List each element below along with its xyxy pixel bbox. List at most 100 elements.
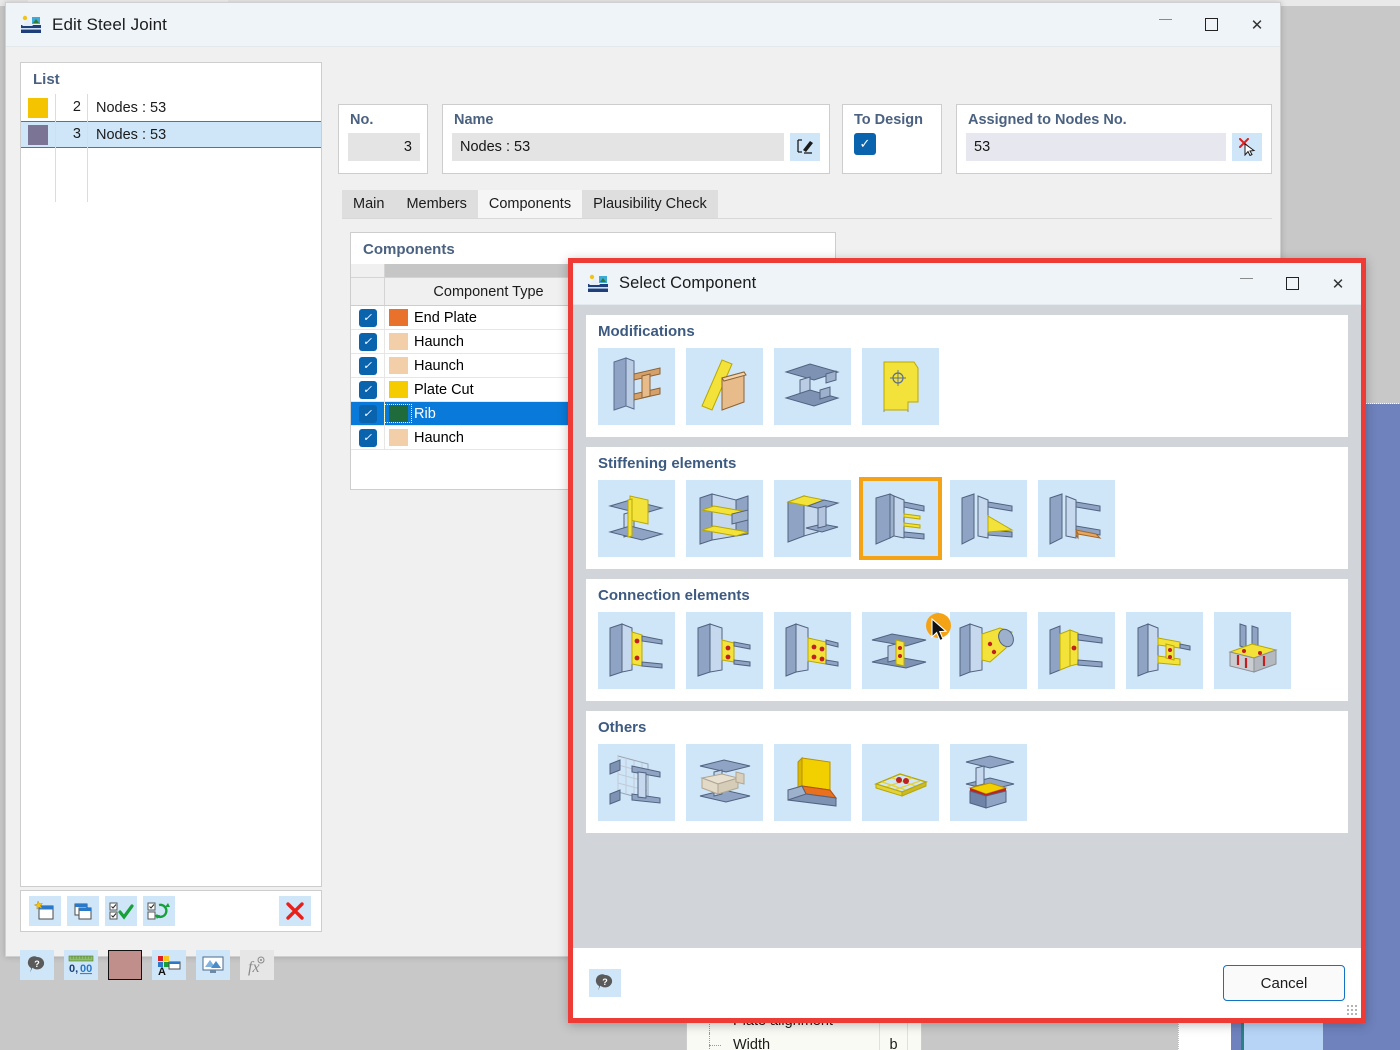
render-button[interactable] (196, 950, 230, 980)
maximize-icon[interactable] (1269, 262, 1315, 306)
lower-toolbar: ? 0, 00 A fx (20, 945, 320, 985)
minimize-icon[interactable] (1223, 262, 1269, 306)
row-component-type: Plate Cut (414, 381, 474, 398)
component-thumb-solid-connect[interactable] (686, 744, 763, 821)
row-color-swatch (385, 429, 411, 446)
row-checkbox[interactable]: ✓ (351, 425, 385, 450)
close-icon[interactable]: ✕ (1234, 3, 1280, 47)
component-thumb-angle-cleat[interactable] (1038, 612, 1115, 689)
main-titlebar: Edit Steel Joint ✕ (6, 3, 1280, 47)
row-checkbox[interactable]: ✓ (351, 353, 385, 378)
component-thumb-gusset-tube[interactable] (950, 612, 1027, 689)
pick-cursor-icon[interactable] (1232, 133, 1262, 161)
units-button[interactable]: 0, 00 (64, 950, 98, 980)
section-modifications: Modifications (586, 315, 1348, 437)
svg-text:0,: 0, (69, 963, 78, 975)
delete-item-button[interactable] (279, 896, 311, 926)
list-item-number: 3 (56, 121, 88, 148)
component-thumb-web-stiffener[interactable] (598, 480, 675, 557)
display-properties-button[interactable]: A (152, 950, 186, 980)
close-icon[interactable]: ✕ (1315, 262, 1361, 306)
component-thumb-plate-opening[interactable] (862, 348, 939, 425)
list-panel-header: List (33, 71, 60, 88)
row-component-type: Haunch (414, 333, 464, 350)
section-title: Others (598, 719, 647, 736)
component-thumb-bearing[interactable] (950, 744, 1027, 821)
tab-plausibility-check[interactable]: Plausibility Check (582, 190, 718, 218)
tab-members[interactable]: Members (395, 190, 478, 218)
component-thumb-bolt-grid[interactable] (862, 744, 939, 821)
section-title: Connection elements (598, 587, 750, 604)
select-component-dialog: Select Component ✕ Modifications Stiffen… (568, 258, 1366, 1023)
component-thumb-bolted-plate[interactable] (774, 612, 851, 689)
assigned-nodes-input[interactable]: 53 (966, 133, 1226, 161)
resize-grip[interactable] (1347, 1005, 1357, 1015)
formula-button: fx (240, 950, 274, 980)
component-thumb-bracket[interactable] (1126, 612, 1203, 689)
section-stiffening-elements: Stiffening elements (586, 447, 1348, 569)
help-button[interactable]: ? (589, 969, 621, 997)
cancel-button[interactable]: Cancel (1223, 965, 1345, 1001)
component-thumb-haunch-triangular[interactable] (950, 480, 1027, 557)
name-field-box: Name Nodes : 53 (442, 104, 830, 174)
name-label: Name (454, 112, 494, 128)
row-checkbox[interactable]: ✓ (351, 377, 385, 402)
minimize-icon[interactable] (1142, 3, 1188, 47)
list-empty-row (21, 175, 321, 202)
tab-main[interactable]: Main (342, 190, 396, 218)
main-window-title: Edit Steel Joint (52, 14, 167, 34)
row-checkbox[interactable]: ✓ (351, 329, 385, 354)
color-swatch-icon (28, 97, 48, 118)
row-checkbox[interactable]: ✓ (351, 305, 385, 330)
list-item[interactable]: 2 Nodes : 53 (21, 94, 321, 121)
component-thumb-notch[interactable] (774, 348, 851, 425)
to-design-checkbox[interactable]: ✓ (854, 133, 876, 155)
list-rows: 2 Nodes : 53 3 Nodes : 53 (21, 94, 321, 202)
color-button[interactable] (108, 950, 142, 980)
steel-joint-icon (20, 15, 42, 35)
settings-row[interactable]: Width b (687, 1033, 921, 1050)
component-thumb-weld-seam[interactable] (774, 744, 851, 821)
assigned-nodes-field-box: Assigned to Nodes No. 53 (956, 104, 1272, 174)
row-component-type: Haunch (414, 357, 464, 374)
component-thumb-double-stiffener[interactable] (686, 480, 763, 557)
row-color-swatch (385, 381, 411, 398)
steel-joint-icon (587, 274, 609, 294)
color-swatch-cell (21, 94, 56, 121)
component-thumb-member-cut[interactable] (598, 348, 675, 425)
row-color-swatch (385, 309, 411, 326)
check-all-button[interactable] (105, 896, 137, 926)
list-item-label: Nodes : 53 (96, 99, 167, 116)
mouse-cursor-icon (931, 618, 948, 642)
svg-text:?: ? (602, 977, 608, 987)
section-title: Stiffening elements (598, 455, 737, 472)
help-button[interactable]: ? (20, 950, 54, 980)
section-connection-elements: Connection elements (586, 579, 1348, 701)
list-item-number: 2 (56, 94, 88, 121)
no-value[interactable]: 3 (348, 133, 420, 161)
new-item-button[interactable] (29, 896, 61, 926)
copy-item-button[interactable] (67, 896, 99, 926)
select-component-footer: ? Cancel (573, 948, 1361, 1018)
list-item-label: Nodes : 53 (96, 126, 167, 143)
list-item[interactable]: 3 Nodes : 53 (21, 121, 321, 148)
component-thumb-surface-connect[interactable] (598, 744, 675, 821)
component-thumb-rib[interactable] (859, 477, 942, 560)
component-thumb-plate-skew[interactable] (686, 348, 763, 425)
invert-selection-button[interactable] (143, 896, 175, 926)
row-checkbox[interactable]: ✓ (351, 401, 385, 426)
maximize-icon[interactable] (1188, 3, 1234, 47)
tab-components[interactable]: Components (477, 190, 583, 218)
list-empty-row (21, 148, 321, 175)
component-thumb-end-plate[interactable] (598, 612, 675, 689)
name-input[interactable]: Nodes : 53 (452, 133, 784, 161)
column-header-component-type[interactable]: Component Type (385, 278, 593, 305)
component-thumb-base-plate[interactable] (1214, 612, 1291, 689)
component-thumb-flange-plate[interactable] (774, 480, 851, 557)
list-panel: List 2 Nodes : 53 3 Nodes : 53 (20, 62, 322, 887)
section-title: Modifications (598, 323, 695, 340)
edit-pencil-icon[interactable] (790, 133, 820, 161)
component-thumb-haunch-tapered[interactable] (1038, 480, 1115, 557)
list-toolbar (20, 890, 322, 932)
component-thumb-fin-plate[interactable] (686, 612, 763, 689)
